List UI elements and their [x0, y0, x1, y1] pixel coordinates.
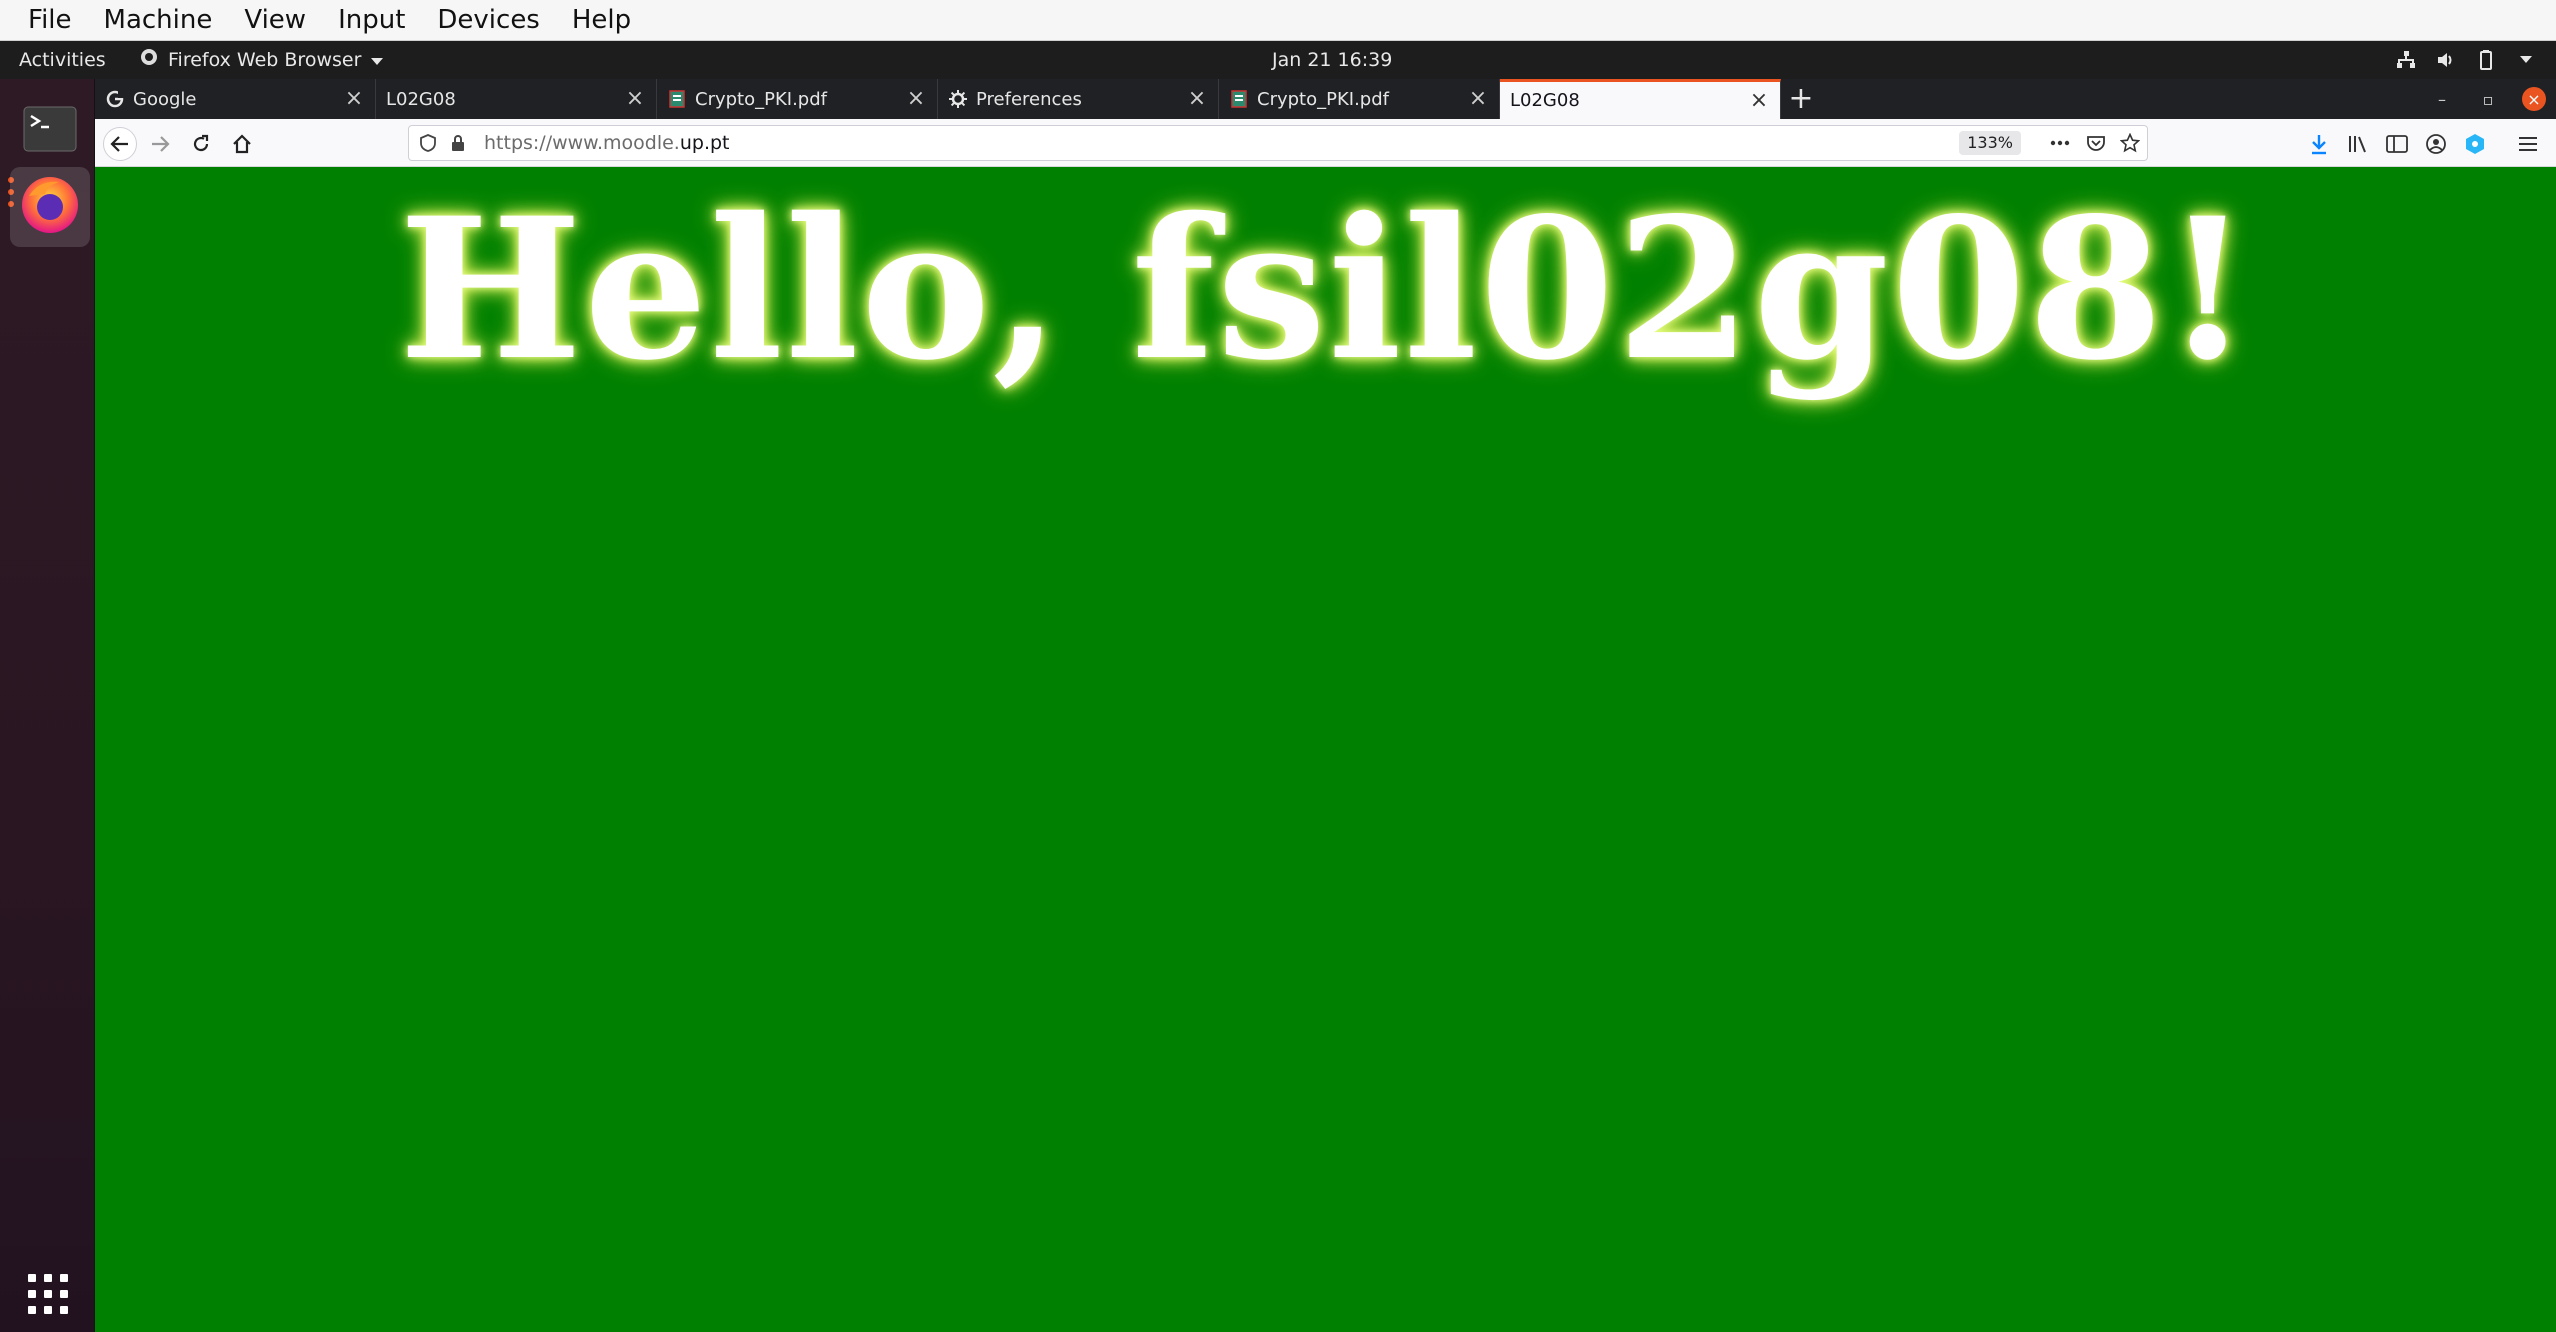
ubuntu-dock: [0, 79, 95, 1332]
greeting-heading: Hello, fsil02g08!: [398, 175, 2253, 403]
minimize-icon[interactable]: –: [2430, 87, 2454, 111]
google-icon: [105, 89, 125, 109]
window-controls: – ▫ ×: [2430, 79, 2546, 119]
tracking-shield-icon[interactable]: [417, 132, 439, 154]
tab-title: L02G08: [386, 88, 456, 110]
dock-terminal[interactable]: [10, 91, 90, 171]
tab-title: Crypto_PKI.pdf: [695, 88, 827, 110]
tab-title: L02G08: [1510, 90, 1580, 111]
new-tab-button[interactable]: +: [1781, 79, 1821, 119]
restore-icon[interactable]: ▫: [2476, 87, 2500, 111]
hamburger-menu-icon[interactable]: [2515, 131, 2541, 157]
close-tab-icon[interactable]: ×: [1186, 88, 1208, 110]
account-icon[interactable]: [2423, 131, 2449, 157]
terminal-icon: [23, 106, 77, 156]
tab-strip: Google × L02G08 × Crypto_PKI.pdf × Prefe…: [95, 79, 2556, 119]
tab-title: Google: [133, 88, 197, 110]
pdf-icon: [1229, 89, 1249, 109]
menu-machine[interactable]: Machine: [88, 0, 229, 41]
forward-button[interactable]: [143, 127, 177, 161]
dock-firefox[interactable]: [10, 167, 90, 247]
page-content: Hello, fsil02g08!: [95, 167, 2556, 1332]
close-tab-icon[interactable]: ×: [1748, 89, 1770, 112]
tab-l02g08-active[interactable]: L02G08 ×: [1500, 79, 1781, 119]
library-icon[interactable]: [2345, 131, 2371, 157]
menu-view[interactable]: View: [228, 0, 322, 41]
tab-crypto-pki[interactable]: Crypto_PKI.pdf ×: [657, 79, 938, 119]
network-icon: [2396, 50, 2416, 70]
page-actions-icon[interactable]: [2049, 132, 2071, 154]
gear-icon: [948, 89, 968, 109]
clock[interactable]: Jan 21 16:39: [1272, 41, 1392, 79]
activities-button[interactable]: Activities: [19, 41, 106, 79]
firefox-icon: [19, 174, 81, 240]
gnome-top-bar: Activities Firefox Web Browser Jan 21 16…: [0, 41, 2556, 79]
close-tab-icon[interactable]: ×: [905, 88, 927, 110]
lock-icon[interactable]: [447, 132, 469, 154]
tab-google[interactable]: Google ×: [95, 79, 376, 119]
close-tab-icon[interactable]: ×: [343, 88, 365, 110]
back-button[interactable]: [103, 127, 137, 161]
menu-help[interactable]: Help: [556, 0, 647, 41]
close-tab-icon[interactable]: ×: [1467, 88, 1489, 110]
pocket-icon[interactable]: [2085, 132, 2107, 154]
virtualbox-menubar: File Machine View Input Devices Help: [0, 0, 2556, 41]
volume-icon: [2436, 50, 2456, 70]
tab-title: Preferences: [976, 88, 1082, 110]
tab-title: Crypto_PKI.pdf: [1257, 88, 1389, 110]
zoom-level-badge[interactable]: 133%: [1959, 131, 2021, 155]
menu-devices[interactable]: Devices: [421, 0, 555, 41]
navigation-toolbar: https://www.moodle.up.pt 133%: [95, 119, 2556, 167]
close-window-icon[interactable]: ×: [2522, 87, 2546, 111]
downloads-icon[interactable]: [2306, 131, 2332, 157]
url-text: https://www.moodle.up.pt: [484, 132, 730, 154]
app-menu-label: Firefox Web Browser: [168, 49, 362, 71]
reload-button[interactable]: [184, 127, 218, 161]
app-menu[interactable]: Firefox Web Browser: [140, 41, 384, 79]
menu-file[interactable]: File: [12, 0, 88, 41]
firefox-window: Google × L02G08 × Crypto_PKI.pdf × Prefe…: [95, 79, 2556, 1332]
chevron-down-icon: [371, 41, 384, 79]
bookmark-star-icon[interactable]: [2119, 132, 2141, 154]
firefox-small-icon: [140, 41, 158, 79]
battery-icon: [2476, 50, 2496, 70]
home-button[interactable]: [225, 127, 259, 161]
url-bar[interactable]: https://www.moodle.up.pt 133%: [408, 125, 2148, 161]
menu-input[interactable]: Input: [322, 0, 421, 41]
chevron-down-icon: [2516, 50, 2536, 70]
pdf-icon: [667, 89, 687, 109]
tab-preferences[interactable]: Preferences ×: [938, 79, 1219, 119]
close-tab-icon[interactable]: ×: [624, 88, 646, 110]
extension-icon[interactable]: [2462, 131, 2488, 157]
show-applications-button[interactable]: [28, 1274, 68, 1314]
sidebar-icon[interactable]: [2384, 131, 2410, 157]
tab-crypto-pki-2[interactable]: Crypto_PKI.pdf ×: [1219, 79, 1500, 119]
system-tray[interactable]: [2396, 41, 2536, 79]
tab-l02g08[interactable]: L02G08 ×: [376, 79, 657, 119]
